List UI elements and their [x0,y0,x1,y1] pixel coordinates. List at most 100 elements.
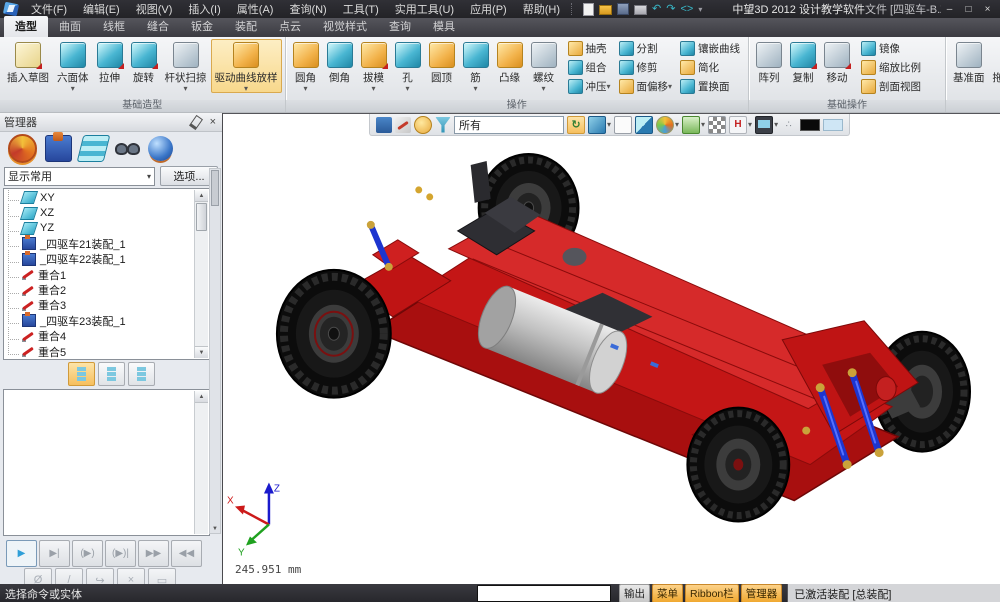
play-button[interactable]: ▶ [6,540,37,567]
flange-button[interactable]: 凸缘 [493,39,527,86]
simplify-button[interactable]: 简化 [677,58,745,77]
visual-manager-icon[interactable] [148,136,173,161]
delete-feature-button[interactable]: × [117,568,145,584]
close-button[interactable]: × [979,3,996,16]
tree-item-xy-plane[interactable]: XY [5,190,195,205]
insert-sketch-button[interactable]: 插入草图 [3,39,53,86]
blue-background-swatch[interactable] [823,119,843,131]
replace-face-button[interactable]: 置换面 [677,77,745,96]
tree-item-subassembly[interactable]: _四驱车22装配_1 [5,252,195,267]
save-icon[interactable] [617,3,629,15]
suppress-button[interactable]: Ø [24,568,52,584]
viewport-canvas[interactable]: Z X Y [223,135,1000,584]
menu-help[interactable]: 帮助(H) [515,0,568,19]
minimize-button[interactable]: – [941,3,958,16]
panel-scrollbar[interactable]: ▼ [209,168,221,534]
command-input[interactable] [477,585,611,602]
extrude-button[interactable]: 拉伸 [93,39,127,86]
play-to-end-button[interactable]: (▶)| [105,540,136,567]
combine-button[interactable]: 组合 [565,58,616,77]
rotate-view-icon[interactable]: ↻ [567,116,585,134]
embed-curve-button[interactable]: 镶嵌曲线 [677,39,745,58]
section-display-icon[interactable] [635,116,653,134]
tree-item-constraint[interactable]: 重合4 [5,329,195,344]
tree-item-constraint[interactable]: 重合1 [5,267,195,282]
exit-command-icon[interactable] [376,117,392,133]
scrollbar-thumb[interactable] [211,170,219,206]
new-file-icon[interactable] [583,3,594,16]
undo-icon[interactable]: ↶ [652,3,661,16]
reorder-button[interactable]: ↪ [86,568,114,584]
wireframe-display-icon[interactable] [614,116,632,134]
tree-item-constraint[interactable]: 重合2 [5,282,195,297]
rewind-button[interactable]: ◀◀ [171,540,202,567]
redo-icon[interactable]: ↷ [666,3,675,16]
section-view-button[interactable]: 剖面视图 [858,77,926,96]
detail-scrollbar[interactable]: ▲ [194,391,208,534]
tab-mold[interactable]: 模具 [422,16,466,37]
wheel-front-right[interactable] [687,408,789,522]
fillet-button[interactable]: 圆角 ▾ [289,39,323,93]
quick-access-more-icon[interactable]: ▾ [698,3,702,16]
selection-filter-select[interactable]: 所有 [454,116,564,134]
scrollbar-thumb[interactable] [196,203,207,231]
tab-pointcloud[interactable]: 点云 [268,16,312,37]
tab-wireframe[interactable]: 线框 [92,16,136,37]
play-to-button[interactable]: (▶) [72,540,103,567]
rib-button[interactable]: 筋 ▾ [459,39,493,93]
edit-feature-button[interactable]: / [55,568,83,584]
layer-manager-icon[interactable] [77,135,111,162]
move-button[interactable]: 移动 [820,39,854,86]
filter-icon[interactable] [435,117,451,133]
print-icon[interactable] [634,5,647,15]
divide-button[interactable]: 分割 [616,39,678,58]
display-filter-select[interactable]: 显示常用 ▾ [4,167,155,186]
view-mode-tree-button[interactable] [98,362,125,386]
shell-button[interactable]: 抽壳 [565,39,616,58]
tree-item-xz-plane[interactable]: XZ [5,205,195,220]
thread-button[interactable]: 螺纹 ▾ [527,39,561,93]
face-offset-button[interactable]: 面偏移▾ [616,77,678,96]
copy-button[interactable]: 复制 [786,39,820,86]
scroll-up-icon[interactable]: ▲ [195,391,208,403]
dome-button[interactable]: 圆顶 [425,39,459,86]
view-mode-hierarchy-button[interactable] [128,362,155,386]
datum-display-control[interactable]: H▾ [729,116,752,134]
tab-shape[interactable]: 造型 [4,16,48,37]
background-image-control[interactable]: ▾ [682,116,705,134]
pattern-button[interactable]: 阵列 [752,39,786,86]
pattern-background-icon[interactable] [708,116,726,134]
pick-face-icon[interactable] [414,116,432,134]
fast-forward-button[interactable]: ▶▶ [138,540,169,567]
tree-item-yz-plane[interactable]: YZ [5,221,195,236]
menu-toggle[interactable]: 菜单 [652,584,683,602]
properties-button[interactable]: ▭ [148,568,176,584]
tab-surface[interactable]: 曲面 [48,16,92,37]
output-toggle[interactable]: 输出 [619,584,650,602]
tree-item-constraint[interactable]: 重合5 [5,344,195,358]
black-background-swatch[interactable] [800,119,820,131]
ribbon-toggle[interactable]: Ribbon栏 [685,584,739,602]
tab-sew[interactable]: 缝合 [136,16,180,37]
view-mode-list-button[interactable] [68,362,95,386]
tree-item-constraint[interactable]: 重合3 [5,298,195,313]
appearance-control[interactable]: ▾ [656,116,679,134]
punch-button[interactable]: 冲压▾ [565,77,616,96]
code-brackets-icon[interactable]: <> [680,3,693,16]
tab-visual-style[interactable]: 视觉样式 [312,16,378,37]
mirror-button[interactable]: 镜像 [858,39,926,58]
scroll-down-icon[interactable]: ▼ [195,346,208,358]
tab-sheetmetal[interactable]: 钣金 [180,16,224,37]
trim-button[interactable]: 修剪 [616,58,678,77]
maximize-button[interactable]: □ [960,3,977,16]
sweep-button[interactable]: 杆状扫掠 ▾ [161,39,211,93]
display-settings-control[interactable]: ▾ [755,116,778,134]
drag-datum-button[interactable]: 拖拽基准面 [989,39,1000,86]
scale-button[interactable]: 缩放比例 [858,58,926,77]
tab-inquire[interactable]: 查询 [378,16,422,37]
revolve-button[interactable]: 旋转 [127,39,161,86]
manager-toggle[interactable]: 管理器 [741,584,783,602]
hole-button[interactable]: 孔 ▾ [391,39,425,93]
chamfer-button[interactable]: 倒角 [323,39,357,86]
box-button[interactable]: 六面体 ▾ [53,39,93,93]
